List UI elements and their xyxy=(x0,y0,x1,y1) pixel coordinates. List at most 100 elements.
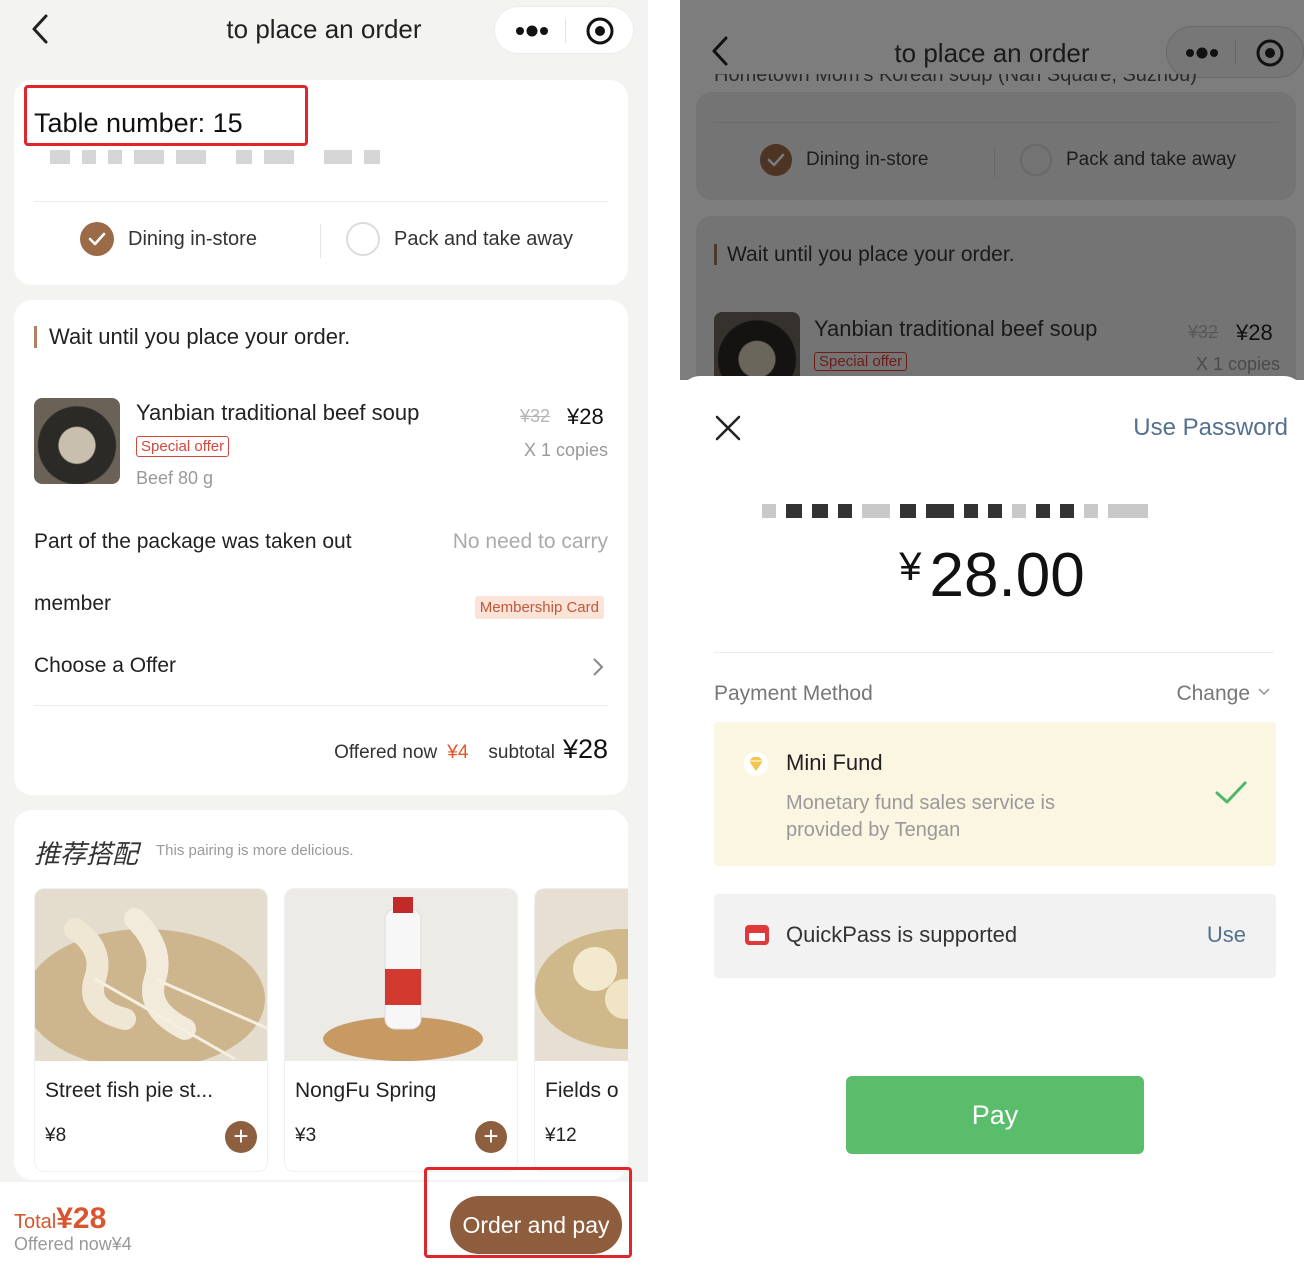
option-takeaway[interactable]: Pack and take away xyxy=(346,222,573,256)
section-title: Wait until you place your order. xyxy=(34,326,350,348)
option-label: Dining in-store xyxy=(128,227,257,250)
blurred-merchant-name xyxy=(762,504,1148,518)
recommend-item[interactable]: NongFu Spring ¥3 + xyxy=(284,888,518,1172)
quantity: X 1 copies xyxy=(1195,354,1280,374)
offered-value: ¥4 xyxy=(447,742,469,763)
choose-offer-row[interactable]: Choose a Offer xyxy=(34,654,176,678)
chevron-right-icon xyxy=(593,658,604,676)
radio-icon xyxy=(1020,144,1052,176)
payment-method-label: Payment Method xyxy=(714,682,873,705)
use-password-link[interactable]: Use Password xyxy=(1133,414,1288,442)
radio-icon xyxy=(346,222,380,256)
check-icon xyxy=(80,222,114,256)
change-label: Change xyxy=(1176,682,1250,705)
fund-name: Mini Fund xyxy=(786,750,883,775)
more-icon[interactable] xyxy=(513,17,551,45)
current-price: ¥28 xyxy=(1236,320,1273,345)
mini-program-capsule xyxy=(494,6,634,54)
option-takeaway: Pack and take away xyxy=(1020,144,1236,176)
add-icon[interactable]: + xyxy=(475,1121,507,1153)
recommend-item-price: ¥12 xyxy=(545,1125,577,1146)
quantity: X 1 copies xyxy=(523,440,608,460)
dish-image xyxy=(34,398,120,484)
total-value: ¥28 xyxy=(56,1202,107,1235)
divider xyxy=(34,201,608,202)
recommend-item[interactable]: Street fish pie st... ¥8 + xyxy=(34,888,268,1172)
table-card: Dining in-store Pack and take away xyxy=(696,92,1296,200)
blurred-store-name xyxy=(50,150,380,164)
subtotal-label: subtotal xyxy=(488,742,555,763)
currency-symbol: ¥ xyxy=(899,545,922,589)
total-label: Total xyxy=(14,1211,57,1233)
recommend-item-price: ¥8 xyxy=(45,1125,67,1146)
divider xyxy=(34,705,608,706)
more-icon xyxy=(1186,47,1218,59)
option-label: Pack and take away xyxy=(1066,149,1237,170)
option-dine-in[interactable]: Dining in-store xyxy=(80,222,257,256)
recommend-title: 推荐搭配 xyxy=(34,840,139,870)
payment-amount: ¥28.00 xyxy=(680,540,1304,611)
recommend-card: 推荐搭配 This pairing is more delicious. Str… xyxy=(14,810,628,1180)
total-row: Total¥28 xyxy=(14,1202,106,1236)
payment-option-quickpass: QuickPass is supported Use xyxy=(714,894,1276,978)
highlight-box-table xyxy=(24,85,308,146)
close-mini-program-icon[interactable] xyxy=(585,16,615,46)
quickpass-icon xyxy=(745,925,769,945)
chevron-down-icon xyxy=(1258,688,1270,696)
option-divider xyxy=(994,148,995,178)
current-price: ¥28 xyxy=(567,404,604,429)
member-label: member xyxy=(34,592,112,615)
option-label: Pack and take away xyxy=(394,227,573,250)
quickpass-text: QuickPass is supported xyxy=(786,922,1018,947)
special-offer-badge: Special offer xyxy=(814,352,908,371)
original-price: ¥32 xyxy=(520,406,551,426)
capsule-divider xyxy=(565,19,566,43)
recommend-subtitle: This pairing is more delicious. xyxy=(156,842,354,859)
check-icon xyxy=(760,144,792,176)
close-mini-program-icon xyxy=(1256,39,1284,67)
diamond-icon xyxy=(744,752,768,776)
offered-now: Offered now¥4 xyxy=(14,1234,132,1254)
subtotal-value: ¥28 xyxy=(562,734,608,764)
summary-row: Offered now ¥4 subtotal ¥28 xyxy=(334,734,608,765)
dish-name: Yanbian traditional beef soup xyxy=(814,316,1098,341)
payment-screen: to place an order Dining in-store Pack a… xyxy=(680,0,1304,1276)
option-label: Dining in-store xyxy=(806,149,929,170)
highlight-box-pay xyxy=(424,1167,632,1258)
mini-program-capsule xyxy=(1166,26,1304,78)
close-icon[interactable] xyxy=(714,414,742,442)
option-divider xyxy=(320,224,321,258)
fund-description: Monetary fund sales service is provided … xyxy=(786,792,1056,841)
membership-card-badge[interactable]: Membership Card xyxy=(474,596,604,619)
payment-sheet: Use Password ¥28.00 Payment Method Chang… xyxy=(680,376,1304,1276)
dish-name: Yanbian traditional beef soup xyxy=(136,400,420,425)
offered-label: Offered now xyxy=(334,742,438,763)
option-dine-in: Dining in-store xyxy=(760,144,929,176)
store-name-partial: Hometown Mom's Korean soup (Nan Square, … xyxy=(714,74,1197,86)
dimmed-background: to place an order Dining in-store Pack a… xyxy=(680,0,1304,416)
nav-bar: to place an order xyxy=(0,0,648,64)
recommend-item-name: Street fish pie st... xyxy=(45,1079,214,1102)
divider xyxy=(714,652,1274,653)
special-offer-badge: Special offer xyxy=(136,436,230,457)
section-title: Wait until you place your order. xyxy=(714,244,1015,265)
quickpass-use-button[interactable]: Use xyxy=(1207,922,1246,948)
package-label: Part of the package was taken out xyxy=(34,530,352,553)
package-value: No need to carry xyxy=(452,530,608,553)
recommend-item-price: ¥3 xyxy=(295,1125,317,1146)
water-bottle-image xyxy=(285,889,517,1061)
amount-value: 28.00 xyxy=(929,541,1085,610)
recommend-item-name: NongFu Spring xyxy=(295,1079,437,1102)
original-price: ¥32 xyxy=(1188,322,1219,342)
order-screen: to place an order Table number: 15 Dinin… xyxy=(0,0,648,1276)
divider xyxy=(714,122,1278,123)
add-icon[interactable]: + xyxy=(225,1121,257,1153)
payment-option-mini-fund[interactable]: Mini Fund Monetary fund sales service is… xyxy=(714,722,1276,866)
change-payment-button[interactable]: Change xyxy=(1176,682,1270,706)
check-icon xyxy=(1215,781,1247,804)
recommend-item-name: Fields o xyxy=(545,1079,619,1102)
pay-button[interactable]: Pay xyxy=(846,1076,1144,1154)
dish-spec: Beef 80 g xyxy=(136,468,214,488)
recommend-item[interactable]: Fields o ¥12 xyxy=(534,888,628,1172)
fish-skewer-image xyxy=(35,889,267,1061)
